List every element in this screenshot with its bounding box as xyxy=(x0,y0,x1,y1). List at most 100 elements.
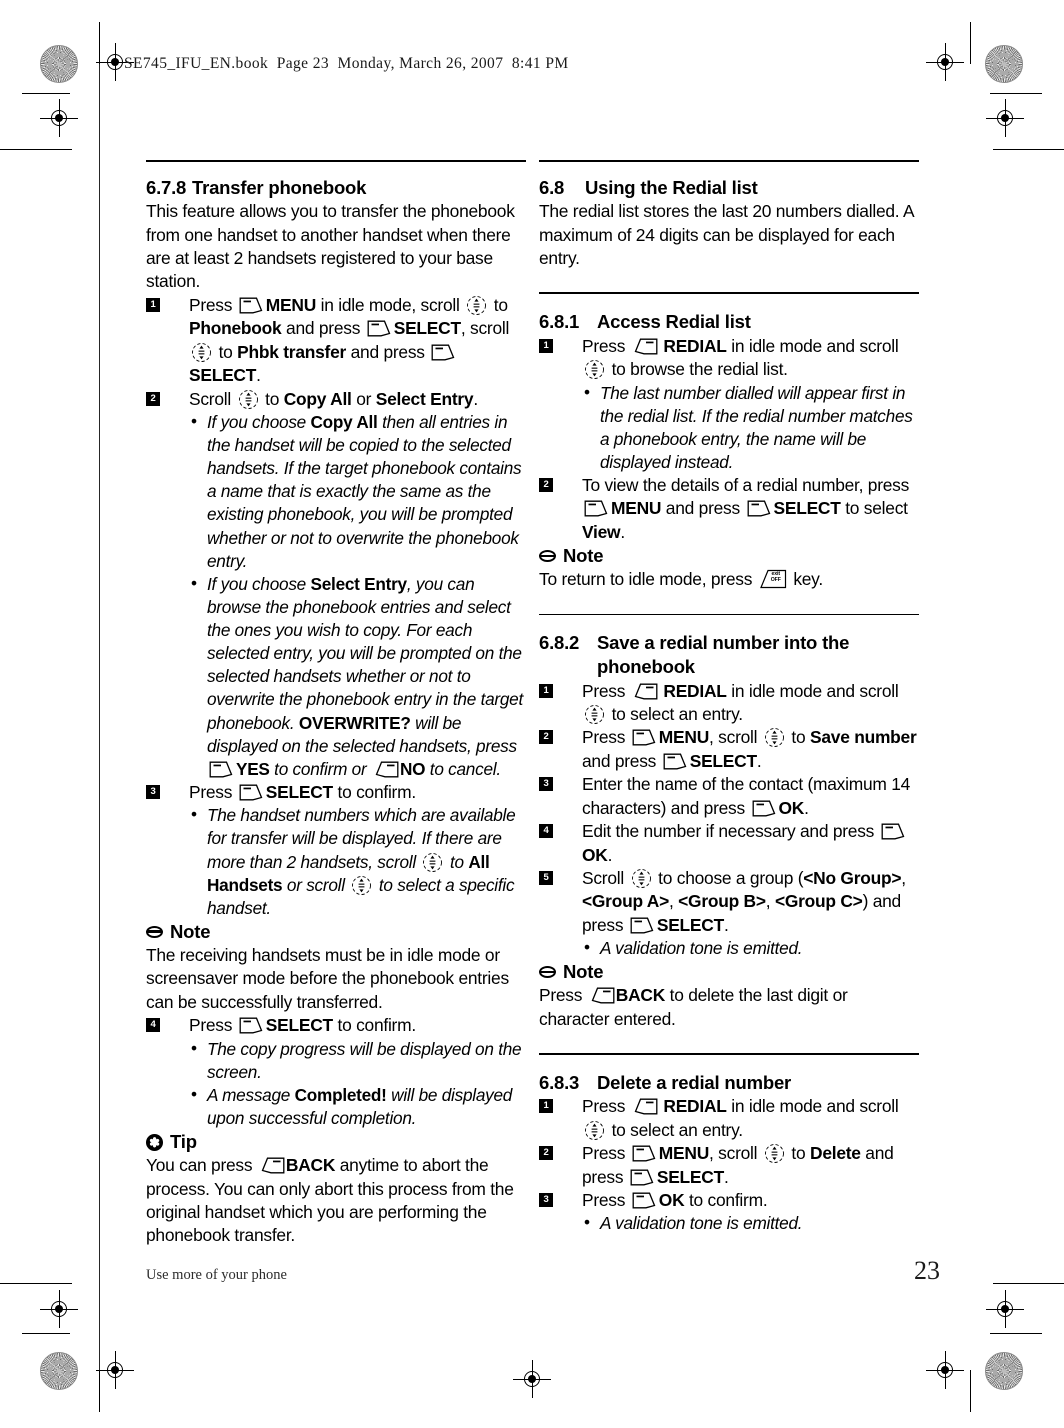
ui-label: SELECT xyxy=(393,318,461,339)
section-rule-right xyxy=(539,160,919,162)
text-run: in idle mode and scroll xyxy=(726,1096,899,1117)
text-run: . xyxy=(607,844,613,865)
text-run: . xyxy=(756,750,762,771)
step-text: Press REDIAL in idle mode and scroll to … xyxy=(582,1096,899,1139)
registration-mark-top-right-inner xyxy=(926,43,964,81)
note-icon xyxy=(146,923,163,940)
step-sub-item: A message Completed! will be displayed u… xyxy=(189,1083,526,1130)
note-body: Press BACK to delete the last digit or c… xyxy=(539,984,919,1031)
note-label: Note xyxy=(170,920,211,942)
numbered-step: 4 Edit the number if necessary and press … xyxy=(539,820,919,867)
ui-label: MENU xyxy=(611,498,662,519)
registration-mark-bottom-right-inner xyxy=(926,1351,964,1389)
ui-label: SELECT xyxy=(656,914,724,935)
ui-label: SELECT xyxy=(265,781,333,802)
ui-label: Copy All xyxy=(283,388,352,409)
intro-paragraph-right: The redial list stores the last 20 numbe… xyxy=(539,201,914,269)
print-slug: SE745_IFU_EN.book Page 23 Monday, March … xyxy=(124,55,569,72)
step-text: Press REDIAL in idle mode and scroll to … xyxy=(582,681,899,724)
ui-label: BACK xyxy=(285,1155,336,1176)
text-run: Press xyxy=(582,1190,630,1211)
section-heading-682: 6.8.2 Save a redial number into the phone… xyxy=(539,631,919,678)
numbered-step: 5 Scroll to choose a group (<No Group>, <… xyxy=(539,867,919,960)
divider-rule-681 xyxy=(539,292,919,295)
step-sub-item: The handset numbers which are available … xyxy=(189,803,526,920)
note-label: Note xyxy=(563,961,604,983)
ui-label: MENU xyxy=(658,1143,710,1164)
numbered-step: 2Scroll to Copy All or Select Entry.If y… xyxy=(146,388,526,781)
crop-line-bottom-left-h xyxy=(0,1283,72,1284)
numbered-step: 2 Press MENU, scroll to Save number and p… xyxy=(539,726,919,773)
step-sub-item: A validation tone is emitted. xyxy=(582,1211,919,1235)
ui-label: YES xyxy=(236,758,270,779)
emphasis-text: to xyxy=(445,851,469,872)
step-text: Press SELECT to confirm. xyxy=(189,1015,416,1035)
emphasis-text: If you choose xyxy=(207,573,311,594)
emphasis-text: A message xyxy=(207,1084,295,1105)
ui-label: BACK xyxy=(615,985,666,1006)
step-sub-list: The handset numbers which are available … xyxy=(189,803,526,920)
registration-mark-right-upper xyxy=(986,99,1024,137)
numbered-step: 1 Press REDIAL in idle mode and scroll to… xyxy=(539,335,919,474)
note-heading: Note xyxy=(146,920,526,944)
text-run: in idle mode and scroll xyxy=(726,335,899,356)
left-softkey-icon xyxy=(630,917,656,934)
left-softkey-icon xyxy=(632,1145,658,1162)
ui-label: MENU xyxy=(265,294,317,315)
left-softkey-icon xyxy=(367,320,393,337)
emphasis-text: If you choose xyxy=(207,411,311,432)
text-run: key. xyxy=(788,569,823,590)
scroll-navigation-key-icon xyxy=(351,875,372,896)
scroll-navigation-key-icon xyxy=(238,389,259,410)
text-run: to select xyxy=(840,498,908,519)
text-run: Press xyxy=(539,985,587,1006)
ui-label: Save number xyxy=(810,727,917,748)
text-run: to browse the redial list. xyxy=(607,359,788,380)
tip-label: Tip xyxy=(170,1131,197,1153)
text-run: , xyxy=(901,867,906,888)
ui-label: Select Entry xyxy=(375,388,474,409)
numbered-step: 3 Enter the name of the contact (maximum … xyxy=(539,773,919,820)
note-block-right-1: Note To return to idle mode, press exit O… xyxy=(539,544,919,591)
step-number-badge: 4 xyxy=(539,824,553,839)
text-run: Press xyxy=(582,335,630,356)
left-softkey-icon xyxy=(431,344,457,361)
ui-label: <Group B> xyxy=(678,891,766,912)
step-number-badge: 3 xyxy=(539,1193,553,1208)
step-sub-list: A validation tone is emitted. xyxy=(582,936,919,960)
text-run: to select an entry. xyxy=(607,704,743,725)
ui-label: SELECT xyxy=(189,365,257,386)
scroll-navigation-key-icon xyxy=(584,1120,605,1141)
left-softkey-icon xyxy=(663,753,689,770)
step-text: Scroll to choose a group (<No Group>, <G… xyxy=(582,868,906,935)
left-softkey-icon xyxy=(209,761,235,778)
note-block-right-2: Note Press BACK to delete the last digit… xyxy=(539,960,919,1031)
text-run: Press xyxy=(189,1015,237,1036)
text-run: and press xyxy=(661,498,745,519)
text-run: Press xyxy=(189,781,237,802)
text-run: , xyxy=(765,891,775,912)
text-run: Press xyxy=(582,680,630,701)
section-number: 6.8 xyxy=(539,176,565,198)
section-heading-681: 6.8.1 Access Redial list xyxy=(539,310,919,334)
left-softkey-icon xyxy=(239,784,265,801)
crop-line-top-left-v xyxy=(99,22,100,64)
text-run: and press xyxy=(582,750,661,771)
emphasis-text: A validation tone is emitted. xyxy=(600,938,803,959)
ui-label: <Group A> xyxy=(582,891,669,912)
registration-mark-bottom-center xyxy=(513,1360,551,1398)
numbered-step: 4Press SELECT to confirm.The copy progre… xyxy=(146,1014,526,1130)
step-text: Press SELECT to confirm. xyxy=(189,782,416,802)
tip-block: ✽ Tip You can press BACK anytime to abor… xyxy=(146,1130,526,1248)
steps-list-delete-redial: 1 Press REDIAL in idle mode and scroll to… xyxy=(539,1095,919,1235)
left-softkey-icon xyxy=(632,1192,658,1209)
step-number-badge: 1 xyxy=(539,683,553,698)
step-text: Press REDIAL in idle mode and scroll to … xyxy=(582,336,899,379)
ui-label: OK xyxy=(778,797,805,818)
tip-icon: ✽ xyxy=(146,1133,163,1151)
divider-rule-683 xyxy=(539,1053,919,1055)
text-run: to choose a group ( xyxy=(653,867,804,888)
step-text: Press MENU, scroll to Delete and press S… xyxy=(582,1143,894,1186)
exit-off-key-icon: exit OFF xyxy=(759,569,787,589)
text-run: to confirm. xyxy=(684,1190,768,1211)
